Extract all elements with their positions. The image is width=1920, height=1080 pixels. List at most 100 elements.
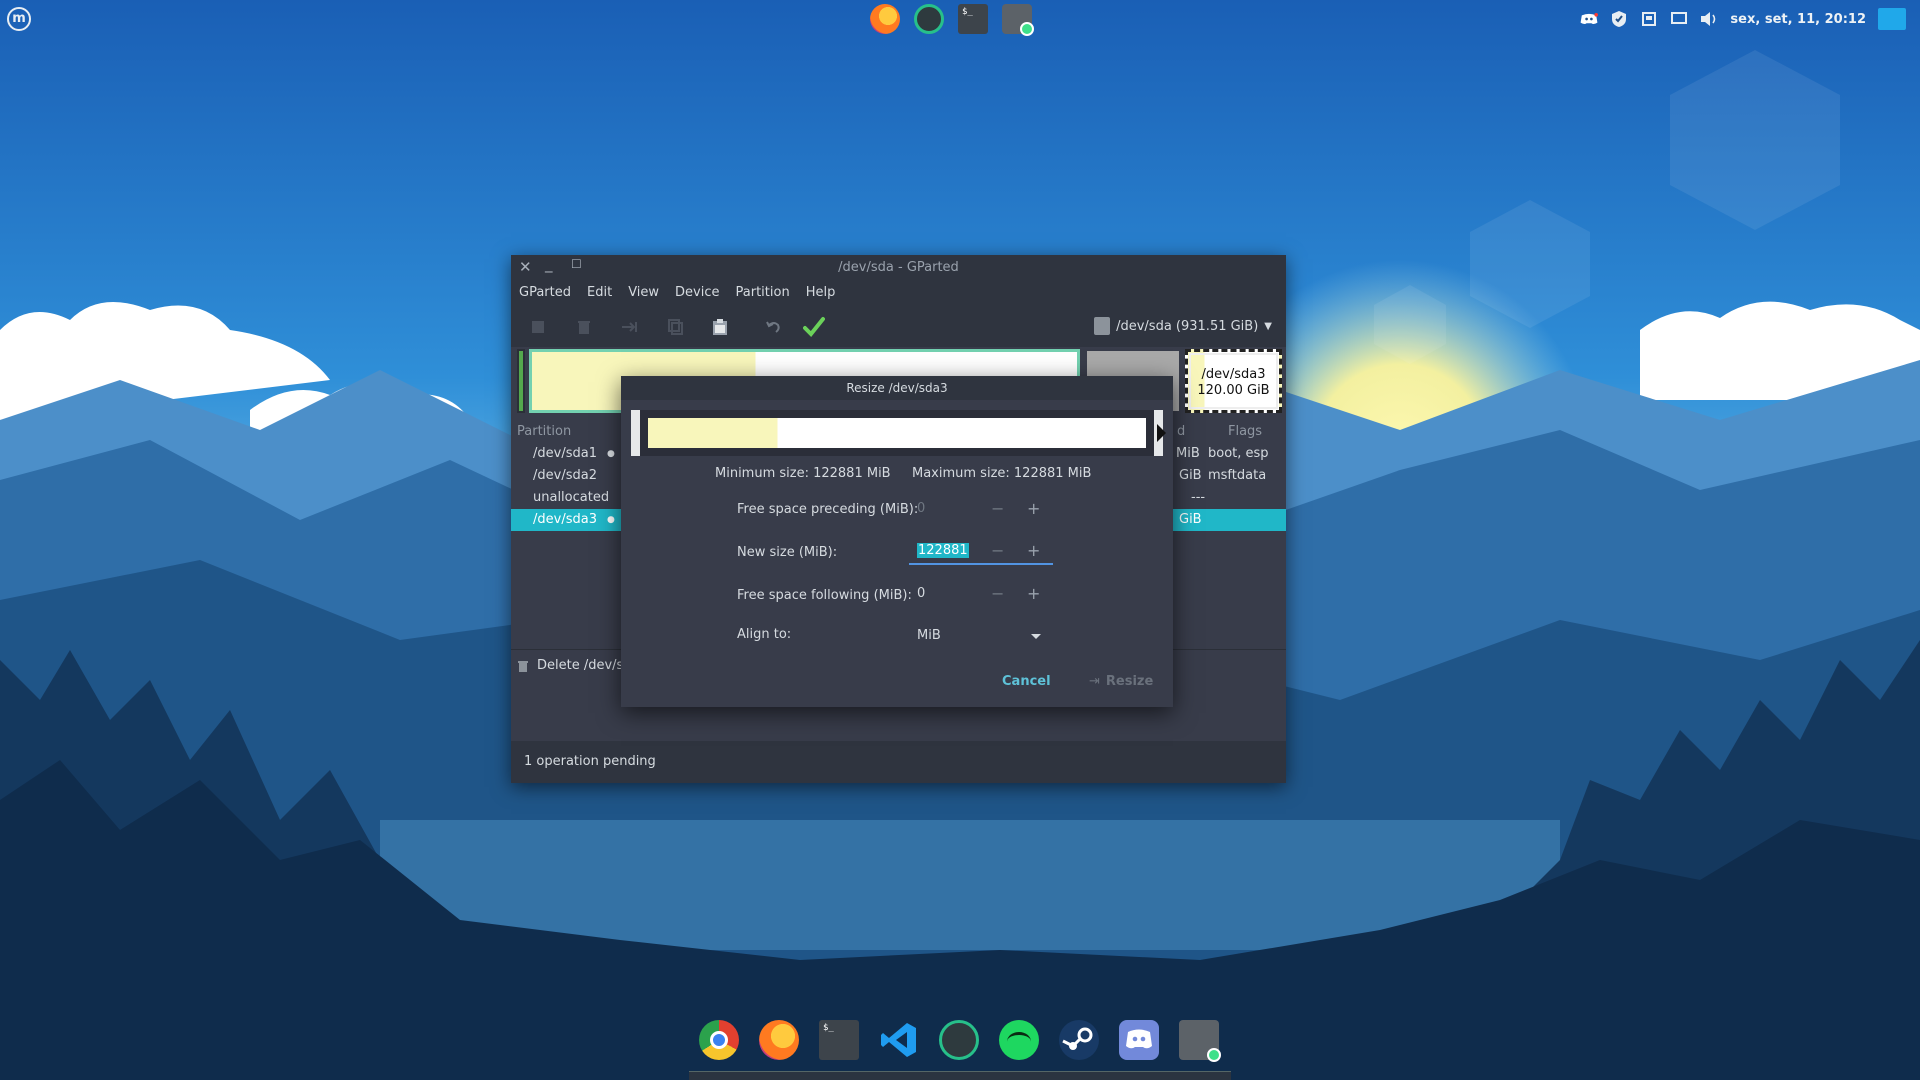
- cancel-button[interactable]: Cancel: [1002, 674, 1051, 689]
- resize-graphic[interactable]: [631, 410, 1166, 456]
- resize-arrow-icon: [1157, 424, 1166, 442]
- menu-partition[interactable]: Partition: [728, 281, 798, 307]
- key-icon: ●: [607, 449, 615, 459]
- diskmap-sda1[interactable]: [517, 349, 525, 413]
- spotify-icon[interactable]: [999, 1020, 1039, 1060]
- partition-flags: ---: [1191, 490, 1206, 505]
- vscode-icon[interactable]: [879, 1020, 919, 1060]
- gparted-icon[interactable]: [1002, 4, 1034, 36]
- align-to-label: Align to:: [737, 627, 792, 642]
- android-studio-icon[interactable]: [939, 1020, 979, 1060]
- partition-flags: boot, esp: [1208, 446, 1269, 461]
- partition-flags: msftdata: [1208, 468, 1267, 483]
- diskmap-sda3[interactable]: /dev/sda3 120.00 GiB: [1185, 349, 1282, 413]
- display-icon[interactable]: [1670, 10, 1688, 28]
- device-selector[interactable]: /dev/sda (931.51 GiB) ▼: [1094, 317, 1272, 335]
- device-selector-label: /dev/sda (931.51 GiB): [1116, 318, 1259, 334]
- shield-icon[interactable]: [1610, 10, 1628, 28]
- new-size-value[interactable]: 122881: [917, 543, 969, 558]
- new-size-spinner[interactable]: 122881 − +: [909, 537, 1053, 565]
- system-tray: sex, set, 11, 20:12: [1580, 6, 1906, 32]
- menu-edit[interactable]: Edit: [579, 281, 620, 307]
- show-desktop-button[interactable]: [1878, 8, 1906, 30]
- minus-icon[interactable]: −: [991, 584, 1004, 603]
- discord-icon[interactable]: [1119, 1020, 1159, 1060]
- terminal-icon[interactable]: [958, 4, 988, 34]
- align-to-combo[interactable]: MiB: [909, 623, 1053, 649]
- partition-size-tail: GiB: [1179, 512, 1202, 527]
- dock-bar: [689, 1071, 1231, 1080]
- free-preceding-value[interactable]: 0: [917, 501, 925, 516]
- column-flags[interactable]: Flags: [1228, 424, 1262, 439]
- free-following-spinner[interactable]: 0 − +: [909, 581, 1053, 607]
- resize-handle-left[interactable]: [631, 410, 640, 456]
- menubar: GParted Edit View Device Partition Help: [511, 281, 1286, 307]
- clock[interactable]: sex, set, 11, 20:12: [1730, 12, 1866, 27]
- minus-icon[interactable]: −: [991, 499, 1004, 518]
- window-title: /dev/sda - GParted: [838, 260, 959, 275]
- statusbar: 1 operation pending: [511, 741, 1286, 783]
- dock-icons: [699, 1020, 1221, 1062]
- free-following-value[interactable]: 0: [917, 586, 925, 601]
- partition-name: unallocated: [533, 490, 610, 505]
- resize-dialog: Resize /dev/sda3 Minimum size: 122881 Mi…: [621, 376, 1173, 707]
- volume-icon[interactable]: [1700, 10, 1718, 28]
- key-icon: ●: [607, 515, 615, 525]
- partition-size-tail: GiB: [1179, 468, 1202, 483]
- chevron-down-icon: [1031, 634, 1041, 639]
- column-partition[interactable]: Partition: [517, 424, 571, 439]
- resize-button[interactable]: ⇥ Resize: [1089, 674, 1153, 689]
- harddisk-icon: [1094, 317, 1111, 335]
- pending-operation-item[interactable]: Delete /dev/sc: [517, 658, 630, 673]
- copy-icon[interactable]: [667, 318, 685, 336]
- partition-name: /dev/sda3: [533, 512, 597, 527]
- top-launchers: [870, 4, 1034, 36]
- partition-name: /dev/sda1: [533, 446, 597, 461]
- resize-move-icon: ⇥: [1089, 674, 1100, 689]
- paste-icon[interactable]: [711, 318, 729, 336]
- trash-icon: [518, 660, 528, 672]
- menu-device[interactable]: Device: [667, 281, 727, 307]
- align-to-value: MiB: [917, 628, 941, 643]
- resize-partition-bar[interactable]: [648, 418, 1146, 448]
- plus-icon[interactable]: +: [1027, 541, 1040, 560]
- steam-icon[interactable]: [1059, 1020, 1099, 1060]
- linux-mint-menu-icon[interactable]: m: [7, 7, 31, 31]
- titlebar: ✕ _ ☐ /dev/sda - GParted: [511, 255, 1286, 281]
- menu-view[interactable]: View: [620, 281, 667, 307]
- partition-name: /dev/sda2: [533, 468, 597, 483]
- discord-icon[interactable]: [1580, 10, 1599, 28]
- max-size-label: Maximum size: 122881 MiB: [912, 466, 1092, 481]
- free-following-label: Free space following (MiB):: [737, 588, 912, 603]
- resize-move-icon[interactable]: [621, 318, 639, 336]
- undo-icon[interactable]: [765, 318, 783, 336]
- gparted-icon[interactable]: [1179, 1020, 1221, 1062]
- status-text: 1 operation pending: [524, 754, 656, 769]
- apply-checkmark-icon[interactable]: [803, 316, 825, 338]
- top-panel: m sex, set, 11, 20:12: [0, 0, 1920, 38]
- chevron-down-icon: ▼: [1264, 320, 1272, 332]
- menu-gparted[interactable]: GParted: [511, 281, 579, 307]
- delete-icon[interactable]: [575, 318, 593, 336]
- firefox-icon[interactable]: [870, 4, 900, 34]
- plus-icon[interactable]: +: [1027, 584, 1040, 603]
- minus-icon[interactable]: −: [991, 541, 1004, 560]
- firefox-icon[interactable]: [759, 1020, 799, 1060]
- diskmap-sda3-name: /dev/sda3: [1201, 367, 1266, 382]
- resize-button-label: Resize: [1105, 674, 1154, 689]
- plus-icon[interactable]: +: [1027, 499, 1040, 518]
- dock: [689, 1015, 1231, 1080]
- new-partition-icon[interactable]: [529, 318, 547, 336]
- chrome-icon[interactable]: [699, 1020, 739, 1060]
- column-used-partial[interactable]: d: [1177, 424, 1185, 439]
- save-icon[interactable]: [1640, 10, 1658, 28]
- dialog-title: Resize /dev/sda3: [621, 376, 1173, 400]
- toolbar: /dev/sda (931.51 GiB) ▼: [511, 307, 1286, 348]
- menu-help[interactable]: Help: [798, 281, 844, 307]
- android-studio-icon[interactable]: [914, 4, 944, 34]
- terminal-icon[interactable]: [819, 1020, 859, 1060]
- partition-size-tail: MiB: [1176, 446, 1200, 461]
- min-size-label: Minimum size: 122881 MiB: [715, 466, 891, 481]
- free-preceding-spinner[interactable]: 0 − +: [909, 496, 1053, 522]
- new-size-label: New size (MiB):: [737, 545, 838, 560]
